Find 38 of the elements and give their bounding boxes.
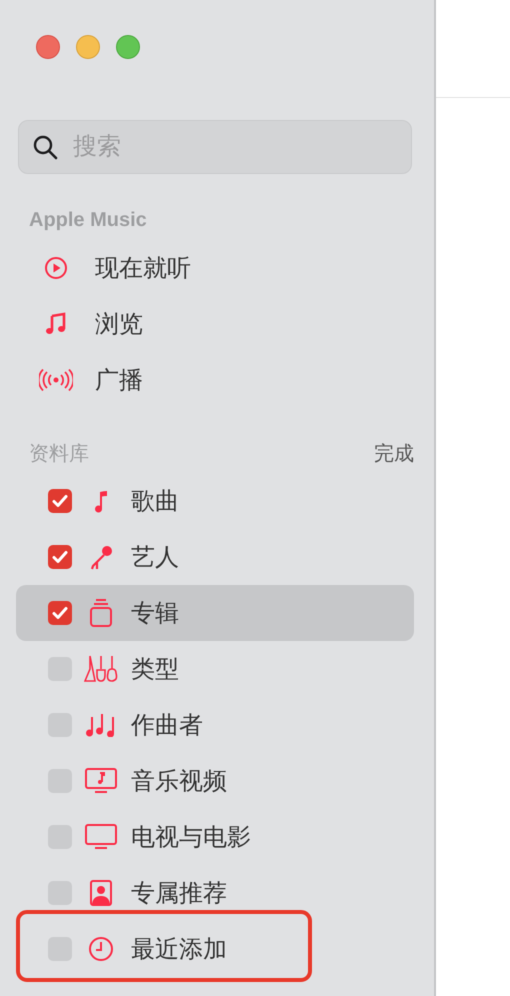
checkbox[interactable] [48, 601, 72, 625]
section-heading: 资料库 [29, 442, 89, 466]
done-button[interactable]: 完成 [374, 440, 414, 466]
library-item[interactable]: 专属推荐 [16, 865, 414, 921]
library-item[interactable]: 作曲者 [16, 697, 414, 753]
tv-icon [85, 824, 117, 850]
library-item[interactable]: 艺人 [16, 529, 414, 585]
microphone-icon [88, 544, 114, 570]
library-item[interactable]: 类型 [16, 641, 414, 697]
library-item[interactable]: 音乐视频 [16, 753, 414, 809]
music-video-icon [85, 768, 117, 794]
library-item[interactable]: 最近添加 [16, 921, 414, 977]
checkmark-icon [52, 550, 68, 564]
search-icon [32, 134, 58, 160]
sidebar-item[interactable]: 现在就听 [16, 240, 434, 296]
guitars-icon [84, 655, 118, 683]
window-close-button[interactable] [36, 35, 60, 59]
music-note-icon [94, 489, 108, 513]
checkbox[interactable] [48, 489, 72, 513]
search-field[interactable]: 搜索 [18, 120, 412, 174]
library-item[interactable]: 电视与电影 [16, 809, 414, 865]
music-notes-icon [85, 713, 117, 737]
library-item[interactable]: 歌曲 [16, 473, 414, 529]
sidebar-item[interactable]: 广播 [16, 352, 434, 408]
section-heading: Apple Music [29, 208, 147, 232]
music-note-icon [44, 312, 68, 336]
album-stack-icon [89, 598, 113, 628]
sidebar-item[interactable]: 浏览 [16, 296, 434, 352]
person-card-icon [89, 880, 113, 906]
checkmark-icon [52, 494, 68, 508]
clock-icon [88, 936, 114, 962]
checkmark-icon [52, 606, 68, 620]
library-item[interactable]: 专辑 [16, 585, 414, 641]
broadcast-icon [38, 368, 72, 392]
window-minimize-button[interactable] [76, 35, 100, 59]
checkbox[interactable] [48, 545, 72, 569]
play-circle-icon [44, 256, 68, 280]
window-zoom-button[interactable] [116, 35, 140, 59]
